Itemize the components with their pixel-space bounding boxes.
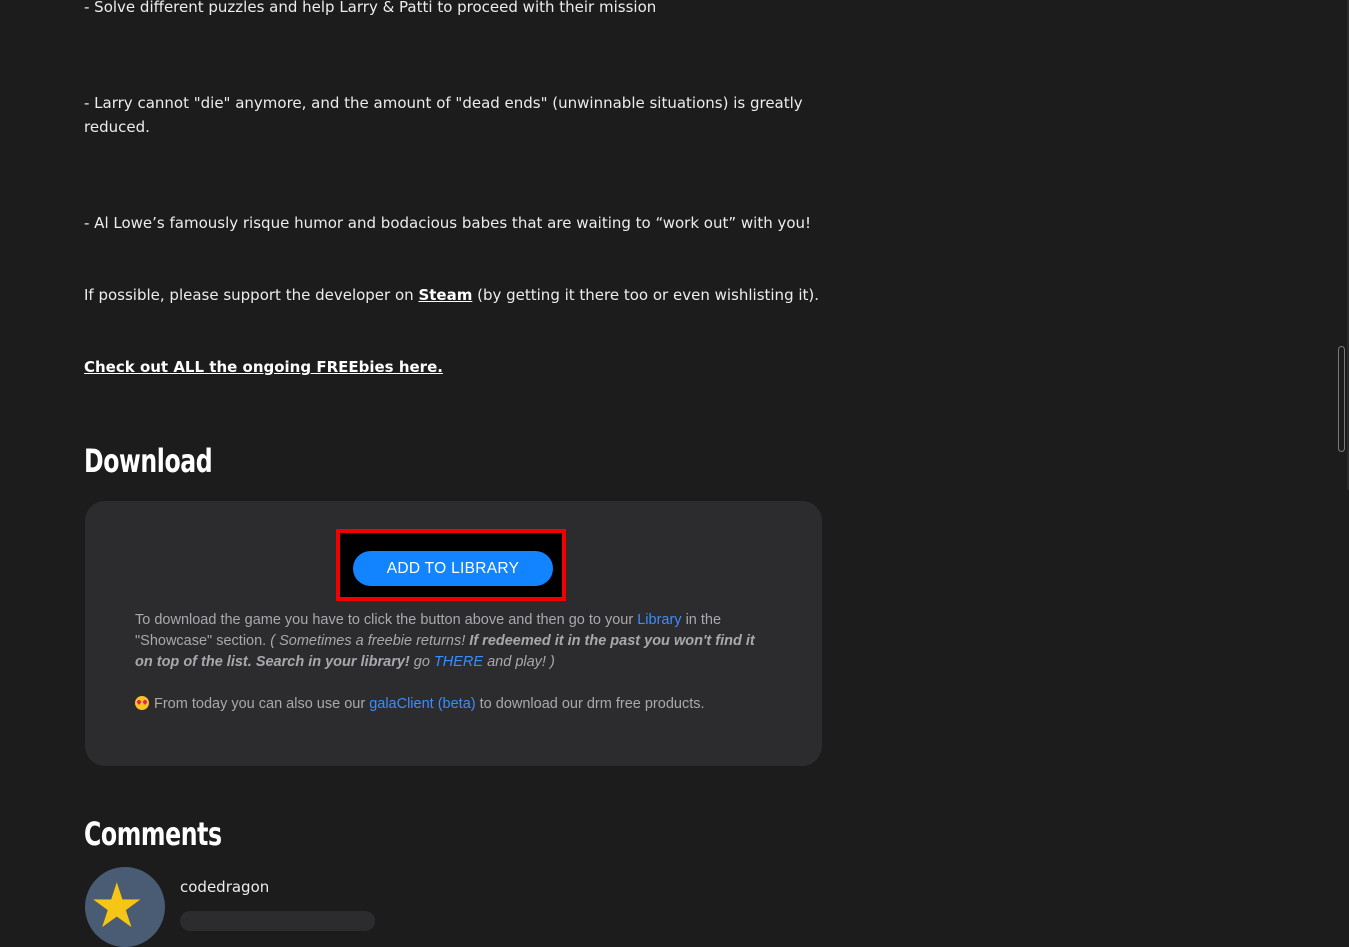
- comment-avatar[interactable]: ★: [85, 867, 165, 947]
- comment-meta-pill: [180, 911, 375, 931]
- feature-humor: - Al Lowe’s famously risque humor and bo…: [84, 214, 812, 232]
- heart-eyes-emoji-icon: [135, 696, 149, 710]
- library-link[interactable]: Library: [637, 612, 681, 628]
- there-link[interactable]: THERE: [434, 654, 483, 670]
- download-panel: ADD TO LIBRARY To download the game you …: [85, 501, 822, 766]
- add-to-library-button[interactable]: ADD TO LIBRARY: [353, 551, 553, 586]
- feature-puzzles: - Solve different puzzles and help Larry…: [84, 0, 657, 16]
- comment-username[interactable]: codedragon: [180, 878, 269, 896]
- feature-no-death: - Larry cannot "die" anymore, and the am…: [84, 94, 803, 136]
- client-suffix: to download our drm free products.: [475, 696, 705, 712]
- support-developer-text: If possible, please support the develope…: [84, 283, 844, 307]
- support-prefix: If possible, please support the develope…: [84, 286, 419, 304]
- download-instructions: To download the game you have to click t…: [135, 610, 765, 673]
- galaclient-note: From today you can also use our galaClie…: [135, 694, 775, 715]
- freebies-paragraph: Check out ALL the ongoing FREEbies here.: [84, 355, 443, 379]
- instructions-go: go: [409, 654, 434, 670]
- download-heading: Download: [84, 442, 213, 480]
- comments-heading: Comments: [84, 815, 222, 853]
- steam-link[interactable]: Steam: [418, 286, 472, 304]
- scrollbar-thumb[interactable]: [1338, 346, 1345, 452]
- client-prefix: From today you can also use our: [154, 696, 370, 712]
- star-avatar-icon: ★: [89, 869, 145, 942]
- instructions-italic: ( Sometimes a freebie returns!: [270, 633, 470, 649]
- galaclient-link[interactable]: galaClient (beta): [369, 696, 475, 712]
- freebies-link[interactable]: Check out ALL the ongoing FREEbies here.: [84, 358, 443, 376]
- instructions-part1: To download the game you have to click t…: [135, 612, 638, 628]
- support-suffix: (by getting it there too or even wishlis…: [472, 286, 820, 304]
- instructions-end: and play! ): [483, 654, 555, 670]
